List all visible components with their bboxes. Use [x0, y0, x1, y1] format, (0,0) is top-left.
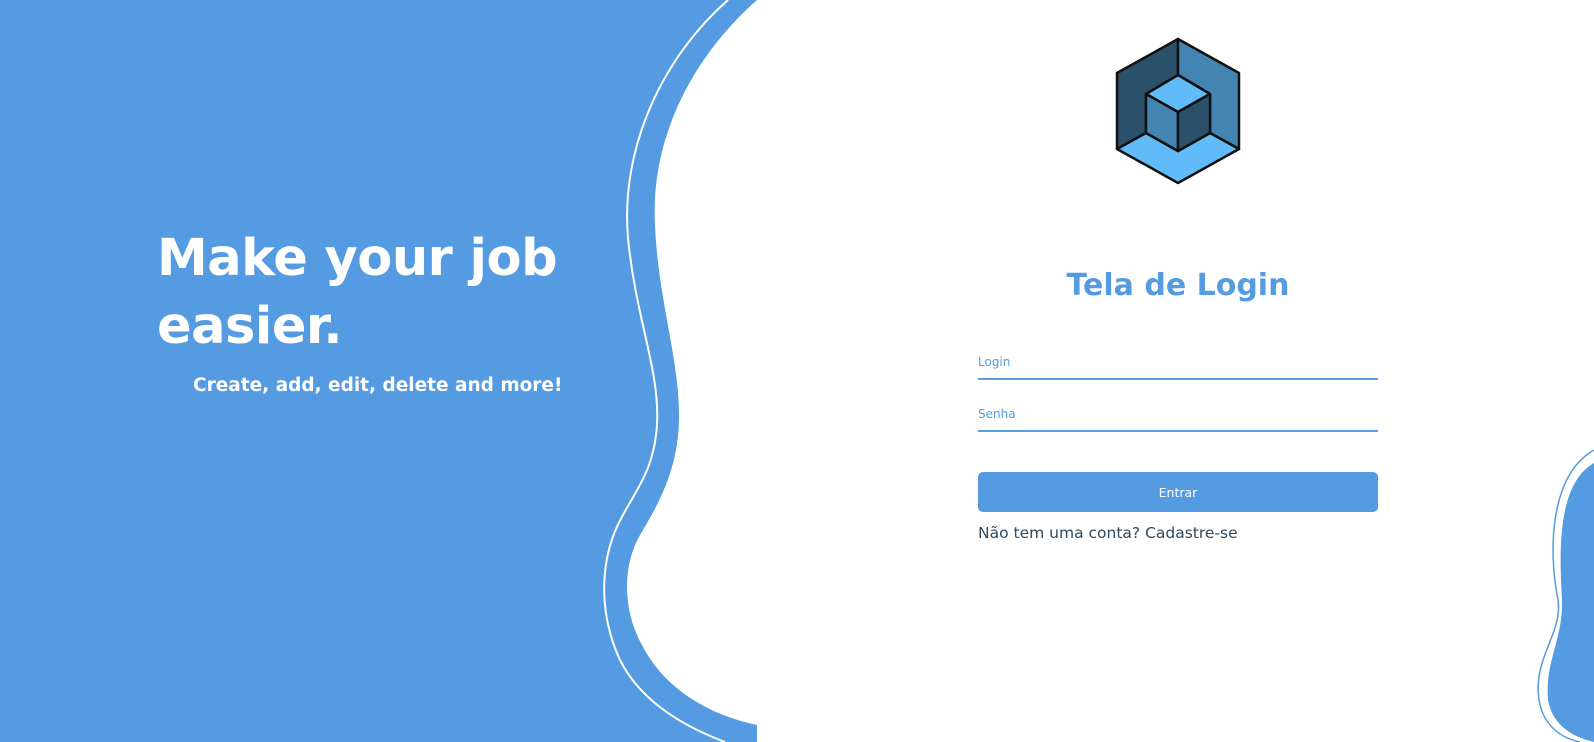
hero-section: Make your job easier. Create, add, edit,…: [157, 225, 597, 396]
login-input[interactable]: [978, 346, 1378, 378]
submit-button[interactable]: Entrar: [978, 472, 1378, 512]
signup-prompt: Não tem uma conta?: [978, 524, 1141, 542]
hero-subtitle: Create, add, edit, delete and more!: [193, 375, 563, 396]
password-field: [978, 398, 1378, 432]
right-blue-wave: [1547, 463, 1594, 742]
login-page: Make your job easier. Create, add, edit,…: [0, 0, 1594, 742]
cube-logo-icon: [1115, 37, 1241, 185]
hero-title: Make your job easier.: [157, 229, 558, 356]
signup-link[interactable]: Cadastre-se: [1145, 524, 1238, 542]
signup-line: Não tem uma conta? Cadastre-se: [978, 524, 1238, 542]
login-field: [978, 346, 1378, 380]
login-title: Tela de Login: [1066, 268, 1290, 303]
password-input[interactable]: [978, 398, 1378, 430]
